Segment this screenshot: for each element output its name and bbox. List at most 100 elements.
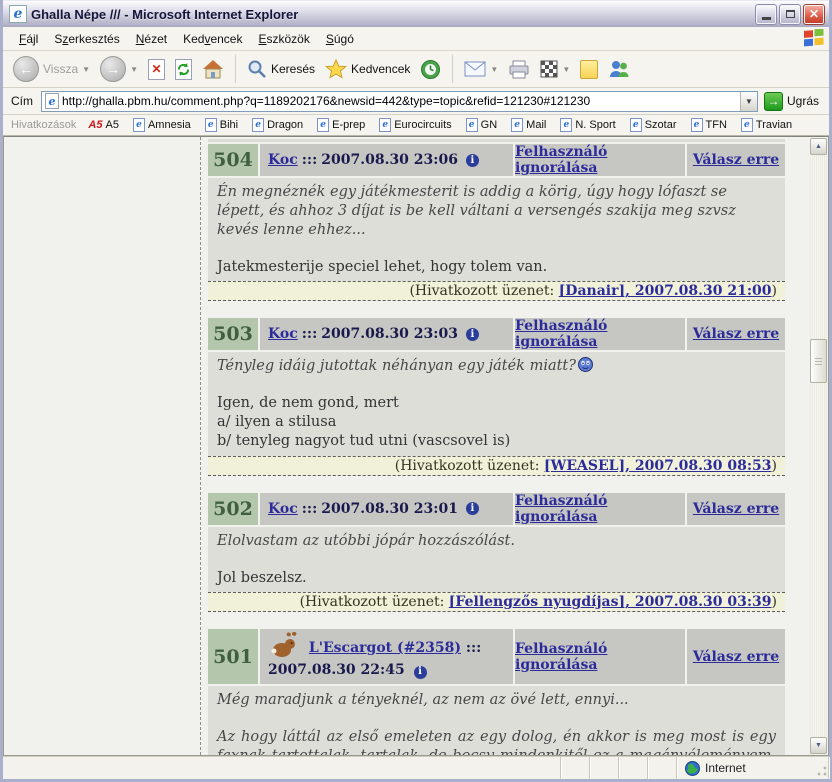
previous-post-remnant	[208, 139, 785, 142]
maximize-icon	[786, 10, 795, 18]
resize-grip[interactable]	[815, 765, 828, 778]
info-icon[interactable]: i	[414, 666, 427, 679]
go-button[interactable]: → Ugrás	[762, 91, 825, 112]
search-label: Keresés	[271, 62, 315, 76]
stop-button[interactable]: ✕	[144, 57, 169, 82]
author-link[interactable]: L'Escargot (#2358)	[309, 640, 461, 656]
messenger-button[interactable]	[604, 57, 634, 81]
status-bar: Internet	[3, 756, 829, 779]
search-button[interactable]: Keresés	[243, 57, 319, 81]
link-gn[interactable]: eGN	[460, 117, 504, 133]
minimize-button[interactable]	[755, 4, 777, 25]
referenced-message-link[interactable]: [WEASEL], 2007.08.30 08:53	[544, 458, 772, 474]
author-link[interactable]: Koc	[268, 501, 298, 517]
link-nsport[interactable]: eN. Sport	[554, 117, 621, 133]
page-icon: e	[379, 118, 391, 132]
reply-cell: Válasz erre	[687, 144, 785, 176]
back-icon: ←	[13, 56, 39, 82]
vertical-scrollbar[interactable]: ▲ ▼	[810, 138, 827, 754]
referenced-message-link[interactable]: [Danair], 2007.08.30 21:00	[559, 283, 772, 299]
status-message-pane	[3, 757, 561, 779]
info-icon[interactable]: i	[466, 154, 479, 167]
home-button[interactable]	[198, 57, 228, 81]
edit-button[interactable]: ▼	[536, 58, 574, 80]
scroll-up-button[interactable]: ▲	[810, 138, 827, 155]
back-button[interactable]: ← Vissza ▼	[9, 54, 94, 84]
mail-button[interactable]: ▼	[460, 59, 502, 79]
internet-globe-icon	[685, 761, 700, 776]
reply-link[interactable]: Válasz erre	[693, 152, 779, 168]
forward-button[interactable]: → ▼	[96, 54, 142, 84]
menu-item-favorites[interactable]: Kedvencek	[175, 29, 250, 49]
menu-item-view[interactable]: Nézet	[128, 29, 175, 49]
scrollbar-thumb[interactable]	[810, 339, 827, 383]
reply-link[interactable]: Válasz erre	[693, 649, 779, 665]
link-amnesia[interactable]: eAmnesia	[127, 117, 197, 133]
post-body: Tényleg idáig jutottak néhányan egy játé…	[208, 352, 785, 455]
reply-link[interactable]: Válasz erre	[693, 501, 779, 517]
menu-item-help[interactable]: Súgó	[318, 29, 362, 49]
ignore-user-link[interactable]: Felhasználó ignorálása	[515, 641, 685, 673]
link-eurocircuits[interactable]: eEurocircuits	[373, 117, 457, 133]
maximize-button[interactable]	[779, 4, 801, 25]
note-icon	[580, 60, 598, 79]
link-travian[interactable]: eTravian	[735, 117, 798, 133]
menu-item-tools[interactable]: Eszközök	[250, 29, 317, 49]
link-mail[interactable]: eMail	[505, 117, 552, 133]
link-eprep[interactable]: eE-prep	[311, 117, 371, 133]
edit-chevron-down-icon[interactable]: ▼	[562, 65, 570, 74]
menu-item-edit[interactable]: Szerkesztés	[46, 29, 127, 49]
info-icon[interactable]: i	[466, 328, 479, 341]
author-link[interactable]: Koc	[268, 326, 298, 342]
reply-link[interactable]: Válasz erre	[693, 326, 779, 342]
blue-smiley-icon	[578, 357, 593, 372]
ignore-user-link[interactable]: Felhasználó ignorálása	[515, 144, 685, 176]
link-tfn[interactable]: eTFN	[685, 117, 733, 133]
refresh-button[interactable]	[171, 57, 196, 82]
search-icon	[247, 59, 267, 79]
page-icon: e	[511, 118, 523, 132]
address-label: Cím	[7, 94, 37, 108]
forward-chevron-down-icon[interactable]: ▼	[130, 65, 138, 74]
page-icon: e	[630, 118, 642, 132]
menu-item-file[interactable]: Fájl	[11, 29, 46, 49]
links-bar: Hivatkozások A5A5 eAmnesia eBihi eDragon…	[3, 115, 829, 136]
favorites-button[interactable]: Kedvencek	[321, 57, 414, 81]
ignore-user-link[interactable]: Felhasználó ignorálása	[515, 493, 685, 525]
history-button[interactable]	[416, 57, 445, 82]
rabbit-avatar-icon	[268, 632, 298, 658]
link-a5[interactable]: A5A5	[82, 118, 125, 132]
link-dragon[interactable]: eDragon	[246, 117, 309, 133]
toolbar-separator	[235, 55, 236, 83]
post-author-cell: L'Escargot (#2358) ::: 2007.08.30 22:45 …	[260, 629, 513, 684]
info-icon[interactable]: i	[466, 502, 479, 515]
mail-chevron-down-icon[interactable]: ▼	[490, 65, 498, 74]
close-button[interactable]: ✕	[803, 4, 825, 25]
post-text: Jol beszelsz.	[217, 569, 776, 588]
reply-cell: Válasz erre	[687, 629, 785, 684]
home-icon	[202, 59, 224, 79]
quoted-text: Én megnéznék egy játékmesterit is addig …	[217, 183, 776, 240]
main-toolbar: ← Vissza ▼ → ▼ ✕	[3, 51, 829, 88]
status-pane	[590, 757, 619, 779]
notes-button[interactable]	[576, 58, 602, 81]
print-button[interactable]	[504, 58, 534, 81]
mail-icon	[464, 61, 486, 77]
ignore-user-link[interactable]: Felhasználó ignorálása	[515, 318, 685, 350]
quoted-text: Az hogy láttál az első emeleten az egy d…	[217, 728, 776, 756]
page-icon: e	[252, 118, 264, 132]
ie-logo-icon: e	[9, 5, 27, 23]
post-date: 2007.08.30 22:45	[268, 662, 405, 678]
forum-post-502: 502 Koc ::: 2007.08.30 23:01 i Felhaszná…	[208, 493, 785, 613]
post-number: 504	[208, 144, 258, 176]
referenced-message-link[interactable]: [Fellengzős nyugdíjas], 2007.08.30 03:39	[449, 594, 772, 610]
author-link[interactable]: Koc	[268, 152, 298, 168]
post-date: 2007.08.30 23:06	[321, 152, 458, 168]
security-zone-label: Internet	[705, 761, 746, 775]
address-input[interactable]	[62, 93, 740, 110]
link-szotar[interactable]: eSzotar	[624, 117, 683, 133]
address-dropdown-button[interactable]: ▼	[740, 92, 757, 111]
link-bihi[interactable]: eBihi	[199, 117, 244, 133]
scroll-down-button[interactable]: ▼	[810, 737, 827, 754]
back-chevron-down-icon[interactable]: ▼	[82, 65, 90, 74]
